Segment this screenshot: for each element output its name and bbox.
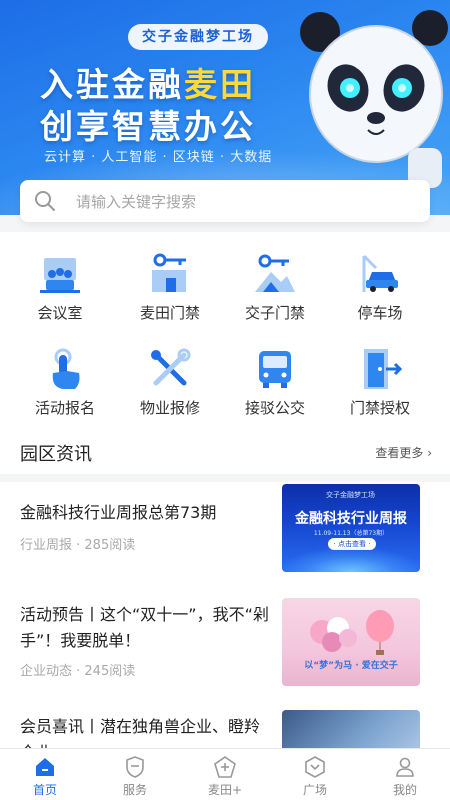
service-event-signup[interactable]: 活动报名 bbox=[15, 327, 115, 417]
home-icon bbox=[36, 758, 54, 776]
banner-headline-text: 入驻金融 bbox=[40, 65, 184, 104]
news-item-title: 会员喜讯丨潜在独角兽企业、瞪羚企业、... bbox=[20, 717, 261, 748]
banner-headline-2: 创享智慧办公 bbox=[40, 107, 256, 146]
service-shuttle-bus[interactable]: 接驳公交 bbox=[225, 327, 325, 417]
bus-icon bbox=[259, 351, 291, 388]
tab-label: 服务 bbox=[122, 783, 147, 797]
news-thumbnail: 以“梦”为马 · 爱在交子 bbox=[282, 598, 420, 686]
news-item[interactable]: 活动预告丨这个“双十一”，我不“剁手”！我要脱单！ 企业动态 · 245阅读 以… bbox=[0, 594, 450, 704]
tab-plaza[interactable]: 广场 bbox=[270, 749, 360, 800]
section-divider bbox=[0, 474, 450, 482]
thumb-date: 11.09-11.13（总第73期） bbox=[313, 530, 389, 537]
tab-label: 首页 bbox=[32, 783, 57, 797]
hand-tap-icon bbox=[52, 348, 80, 389]
news-item[interactable]: 会员喜讯丨潜在独角兽企业、瞪羚企业、... bbox=[0, 706, 450, 748]
service-shield-icon bbox=[126, 756, 144, 778]
chevron-right-icon: › bbox=[427, 446, 432, 460]
brand-pill: 交子金融梦工场 bbox=[128, 24, 268, 50]
banner-tagline: 云计算 · 人工智能 · 区块链 · 大数据 bbox=[44, 150, 273, 165]
banner-headline-accent: 麦田 bbox=[184, 65, 256, 104]
key-door-icon bbox=[152, 253, 186, 292]
tab-maitian-plus[interactable]: 麦田+ bbox=[180, 749, 270, 800]
tab-label: 我的 bbox=[392, 783, 417, 797]
service-property-repair[interactable]: 物业报修 bbox=[120, 327, 220, 417]
thumb-slogan: 以“梦”为马 · 爱在交子 bbox=[304, 661, 398, 671]
services-grid: 会议室 麦田门禁 交子门禁 停车场 活动报名 物业报修 接驳公交 门禁授权 bbox=[0, 232, 450, 430]
user-icon bbox=[396, 757, 414, 777]
service-meeting-room[interactable]: 会议室 bbox=[10, 232, 110, 322]
news-item-meta: 企业动态 · 245阅读 bbox=[20, 664, 136, 679]
service-label: 接驳公交 bbox=[244, 399, 305, 417]
service-label: 交子门禁 bbox=[244, 304, 305, 322]
thumb-title: 金融科技行业周报 bbox=[295, 511, 407, 527]
tab-mine[interactable]: 我的 bbox=[360, 749, 450, 800]
news-thumbnail bbox=[282, 710, 420, 748]
news-item[interactable]: 金融科技行业周报总第73期 行业周报 · 285阅读 交子金融梦工场 金融科技行… bbox=[0, 482, 450, 592]
panda-robot-icon bbox=[300, 10, 448, 188]
news-item-title: 金融科技行业周报总第73期 bbox=[20, 503, 217, 522]
tab-service[interactable]: 服务 bbox=[90, 749, 180, 800]
service-maitian-access[interactable]: 麦田门禁 bbox=[120, 232, 220, 322]
tab-label: 广场 bbox=[302, 783, 327, 797]
tools-icon bbox=[151, 348, 191, 386]
search-icon bbox=[35, 191, 55, 211]
service-access-auth[interactable]: 门禁授权 bbox=[330, 327, 430, 417]
key-mountain-icon bbox=[255, 254, 295, 292]
plaza-icon bbox=[305, 756, 325, 778]
view-more-label: 查看更多 bbox=[375, 446, 424, 460]
news-thumbnail: 交子金融梦工场 金融科技行业周报 11.09-11.13（总第73期） · 点击… bbox=[282, 484, 420, 572]
view-more-link[interactable]: 查看更多 › bbox=[375, 444, 432, 461]
service-label: 会议室 bbox=[37, 304, 83, 322]
search-bar[interactable]: 请输入关键字搜索 bbox=[20, 180, 430, 222]
door-auth-icon bbox=[364, 349, 402, 389]
news-section: 园区资讯 查看更多 › 金融科技行业周报总第73期 行业周报 · 285阅读 交… bbox=[0, 430, 450, 748]
tab-home[interactable]: 首页 bbox=[0, 749, 90, 800]
service-label: 停车场 bbox=[357, 304, 403, 322]
service-jiaozi-access[interactable]: 交子门禁 bbox=[225, 232, 325, 322]
thumb-brand: 交子金融梦工场 bbox=[326, 491, 375, 499]
meeting-room-icon bbox=[40, 258, 80, 293]
news-header: 园区资讯 查看更多 › bbox=[0, 430, 450, 474]
banner-headline: 入驻金融麦田 bbox=[40, 58, 256, 106]
news-item-meta: 行业周报 · 285阅读 bbox=[20, 538, 136, 553]
news-item-title: 活动预告丨这个“双十一”，我不“剁手”！我要脱单！ bbox=[20, 605, 269, 650]
tab-label: 麦田+ bbox=[207, 783, 243, 797]
car-icon bbox=[362, 254, 398, 292]
thumb-wave bbox=[282, 548, 420, 572]
bottom-tab-bar: 首页 服务 麦田+ 广场 我的 bbox=[0, 748, 450, 800]
balloons-icon bbox=[310, 610, 394, 655]
service-label: 物业报修 bbox=[139, 399, 200, 417]
maitian-plus-icon bbox=[214, 756, 236, 778]
search-input[interactable]: 请输入关键字搜索 bbox=[76, 191, 196, 212]
service-parking[interactable]: 停车场 bbox=[330, 232, 430, 322]
service-label: 门禁授权 bbox=[349, 399, 410, 417]
news-section-title: 园区资讯 bbox=[20, 444, 92, 465]
service-label: 麦田门禁 bbox=[139, 304, 200, 322]
service-label: 活动报名 bbox=[34, 399, 95, 417]
